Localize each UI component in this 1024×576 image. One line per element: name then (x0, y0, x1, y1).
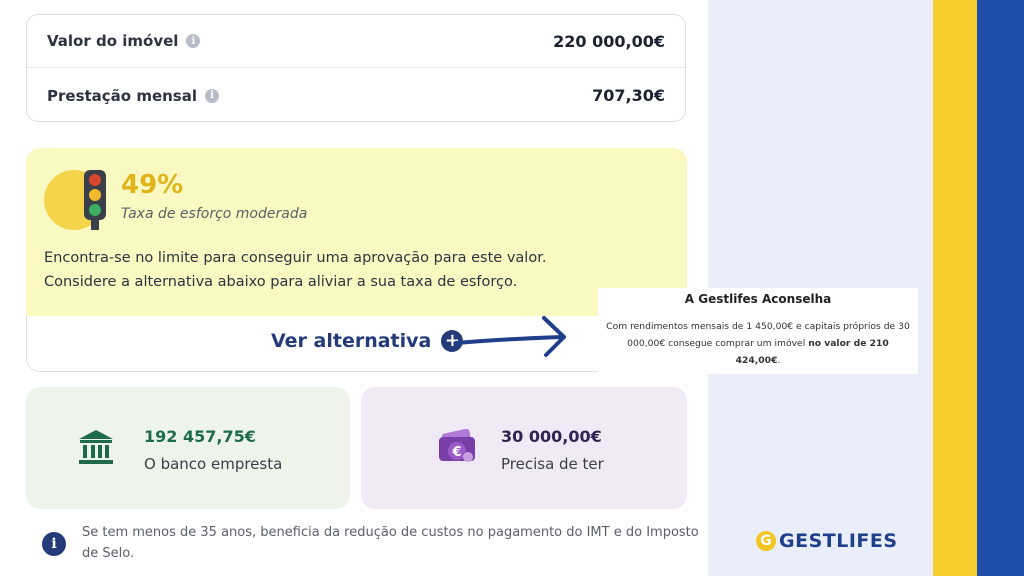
tax-benefit-text: Se tem menos de 35 anos, beneficia da re… (82, 525, 699, 561)
advice-text: Com rendimentos mensais de 1 450,00€ e c… (606, 321, 910, 366)
logo-wordmark: GESTLIFES (779, 530, 898, 552)
blue-stripe (977, 0, 1024, 576)
bank-loan-label: O banco empresta (144, 455, 283, 473)
loan-summary: Valor do imóvel i 220 000,00€ Prestação … (26, 14, 686, 122)
logo-mark: G (756, 531, 776, 551)
own-capital-label: Precisa de ter (501, 455, 604, 473)
bank-icon (79, 430, 113, 464)
see-alternative-label: Ver alternativa (271, 330, 432, 352)
effort-message: Encontra-se no limite para conseguir uma… (44, 250, 547, 290)
monthly-payment-label: Prestação mensal (47, 86, 197, 105)
traffic-light-pole (91, 220, 99, 230)
gestlifes-logo: G GESTLIFES (756, 530, 898, 552)
info-icon[interactable]: i (186, 34, 201, 48)
see-alternative-button[interactable]: Ver alternativa + (271, 330, 464, 352)
effort-label: Taxa de esforço moderada (121, 206, 308, 222)
monthly-payment: 707,30€ (592, 86, 665, 105)
own-capital-amount: 30 000,00€ (501, 427, 602, 446)
property-value: 220 000,00€ (553, 31, 665, 51)
bank-loan-card: 192 457,75€ O banco empresta (26, 387, 350, 509)
traffic-light-body (84, 170, 106, 220)
info-icon[interactable]: i (205, 88, 219, 103)
effort-rate-box: 49% Taxa de esforço moderada Encontra-se… (26, 148, 687, 316)
own-capital-card: € 30 000,00€ Precisa de ter (361, 387, 687, 509)
advice-box: A Gestlifes Aconselha Com rendimentos me… (598, 288, 918, 374)
bank-loan-amount: 192 457,75€ (144, 427, 256, 446)
info-icon: i (42, 532, 66, 556)
property-value-row: Valor do imóvel i 220 000,00€ (27, 15, 685, 68)
arrow-icon (454, 316, 566, 357)
monthly-payment-row: Prestação mensal i 707,30€ (27, 69, 685, 122)
alternative-section: Ver alternativa + (26, 316, 687, 372)
property-value-label: Valor do imóvel (47, 32, 179, 50)
money-wallet-icon: € (439, 428, 475, 462)
yellow-stripe (933, 0, 977, 576)
svg-text:€: € (451, 445, 461, 460)
effort-percent: 49% (121, 170, 184, 200)
advice-title: A Gestlifes Aconselha (684, 292, 832, 306)
